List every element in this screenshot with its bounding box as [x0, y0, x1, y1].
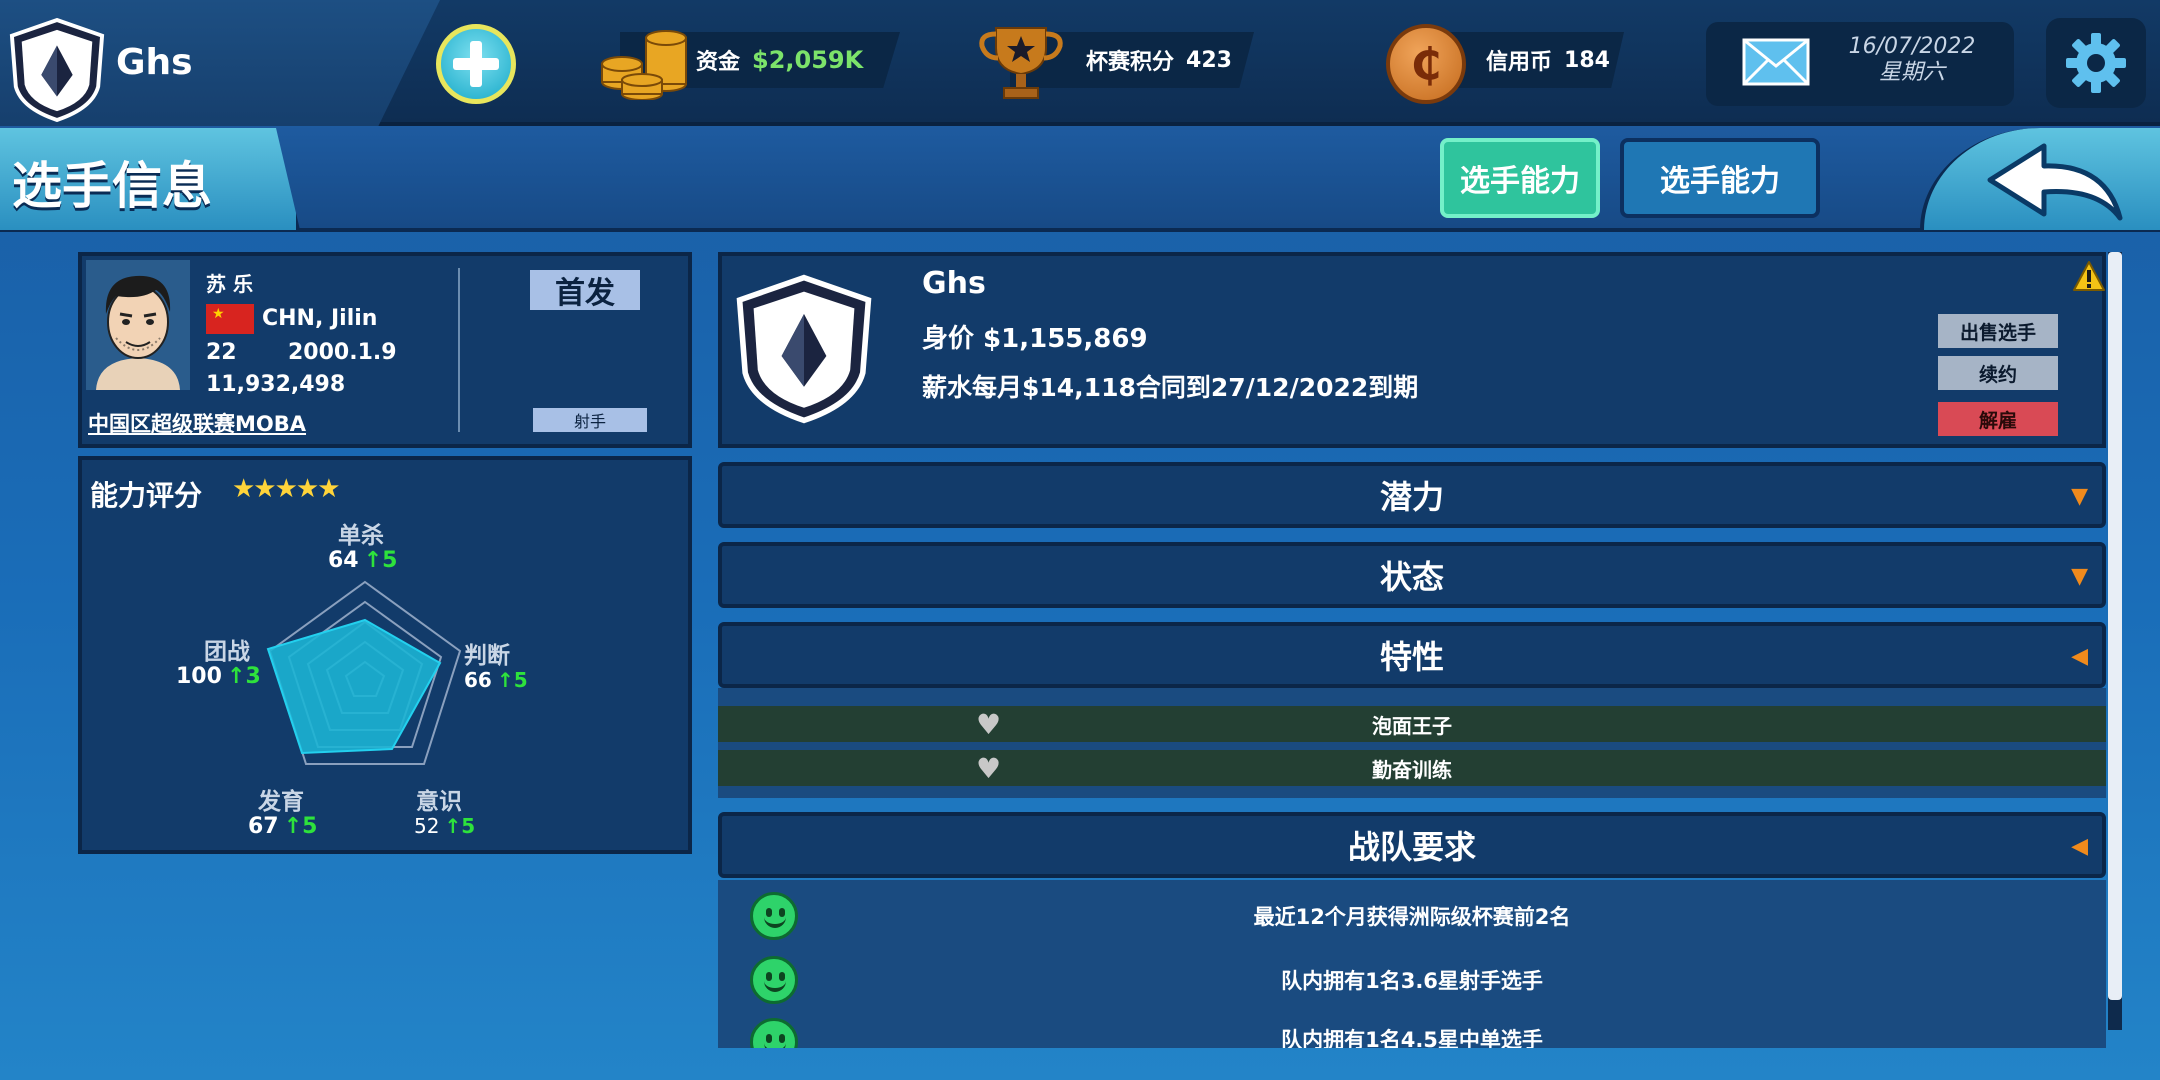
- radar-label-judgment: 判断: [464, 643, 510, 669]
- trait-item[interactable]: ♥ 泡面王子: [718, 706, 2106, 742]
- club-name: Ghs: [922, 266, 986, 301]
- requirement-item: 最近12个月获得洲际级杯赛前2名: [718, 884, 2106, 948]
- profile-divider: [458, 268, 460, 432]
- cup-points-label: 杯赛积分: [1086, 50, 1175, 75]
- smiley-icon: [750, 956, 798, 1004]
- trait-name: 泡面王子: [1372, 713, 1452, 738]
- credit-value: 184: [1564, 47, 1610, 73]
- funds-label: 资金: [696, 50, 741, 75]
- date-value: 16/07/2022: [1848, 34, 1976, 59]
- section-traits-title: 特性: [1379, 638, 1444, 676]
- radar-label-solo-kill: 单杀: [338, 523, 384, 549]
- section-traits[interactable]: 特性 ◀: [718, 622, 2106, 688]
- warning-icon[interactable]: [2072, 260, 2106, 292]
- radar-label-awareness: 意识: [416, 789, 462, 815]
- radar-value-development: 67 ↑5: [248, 814, 318, 839]
- section-status[interactable]: 状态 ▼: [718, 542, 2106, 608]
- player-nationality: CHN, Jilin: [262, 306, 378, 331]
- player-birthdate: 2000.1.9: [288, 340, 397, 365]
- page-header-bar: [0, 126, 2160, 232]
- team-crest-icon[interactable]: [8, 18, 106, 122]
- requirement-text: 队内拥有1名3.6星射手选手: [1281, 969, 1543, 993]
- trophy-icon: [979, 27, 1063, 99]
- player-id-number: 11,932,498: [206, 372, 346, 397]
- requirement-text: 队内拥有1名4.5星中单选手: [1281, 1028, 1543, 1048]
- add-button[interactable]: [436, 24, 516, 104]
- section-team-requirements[interactable]: 战队要求 ◀: [718, 812, 2106, 878]
- weekday-value: 星期六: [1878, 60, 1945, 85]
- section-team-requirements-title: 战队要求: [1347, 828, 1476, 866]
- market-value: 身价 $1,155,869: [922, 324, 1148, 354]
- radar-value-judgment: 66 ↑5: [464, 668, 528, 692]
- avatar: [86, 260, 190, 390]
- radar-value-teamfight: 100 ↑3: [176, 664, 261, 689]
- trait-item[interactable]: ♥ 勤奋训练: [718, 750, 2106, 786]
- requirement-text: 最近12个月获得洲际级杯赛前2名: [1253, 905, 1571, 929]
- heart-icon: ♥: [976, 707, 1002, 741]
- gear-icon: [2066, 33, 2126, 93]
- league-link[interactable]: 中国区超级联赛MOBA: [88, 408, 306, 438]
- contract-details: 薪水每月$14,118合同到27/12/2022到期: [922, 373, 1419, 402]
- requirement-item: 队内拥有1名4.5星中单选手: [718, 1012, 2106, 1048]
- club-crest-icon: [736, 274, 872, 424]
- settings-button[interactable]: [2046, 18, 2146, 108]
- trait-name: 勤奋训练: [1372, 757, 1452, 782]
- expand-down-icon: ▼: [2071, 484, 2088, 509]
- release-player-button[interactable]: 解雇: [1938, 402, 2058, 436]
- china-flag-icon: ★: [206, 304, 254, 334]
- tab-player-ability-active[interactable]: 选手能力: [1440, 138, 1600, 218]
- section-potential-title: 潜力: [1379, 478, 1444, 516]
- mail-icon[interactable]: [1742, 38, 1810, 86]
- role-badge: 射手: [533, 408, 647, 432]
- renew-contract-button[interactable]: 续约: [1938, 356, 2058, 390]
- sell-player-button[interactable]: 出售选手: [1938, 314, 2058, 348]
- game-date: 16/07/2022 星期六: [1832, 34, 1992, 86]
- player-name: 苏 乐: [206, 272, 253, 296]
- rating-title: 能力评分: [90, 479, 203, 512]
- tab-player-ability[interactable]: 选手能力: [1620, 138, 1820, 218]
- collapse-left-icon: ◀: [2071, 644, 2088, 669]
- lineup-badge: 首发: [530, 270, 640, 311]
- coins-icon: [601, 30, 687, 100]
- rating-stars: ★★★★★: [232, 474, 341, 504]
- requirement-item: 队内拥有1名3.6星射手选手: [718, 948, 2106, 1012]
- radar-value-awareness: 52 ↑5: [414, 814, 476, 838]
- funds-value: $2,059K: [752, 46, 864, 74]
- team-name: Ghs: [116, 42, 193, 83]
- radar-label-development: 发育: [258, 789, 304, 815]
- cup-points-value: 423: [1186, 47, 1232, 73]
- credit-label: 信用币: [1486, 50, 1553, 75]
- credit-coin-icon: ₵: [1386, 24, 1466, 104]
- back-arrow-icon[interactable]: [1986, 142, 2126, 226]
- scrollbar-thumb[interactable]: [2108, 252, 2122, 1000]
- page-title: 选手信息: [12, 157, 212, 215]
- collapse-left-icon: ◀: [2071, 834, 2088, 859]
- section-potential[interactable]: 潜力 ▼: [718, 462, 2106, 528]
- smiley-icon: [750, 892, 798, 940]
- section-status-title: 状态: [1379, 558, 1444, 596]
- player-age: 22: [206, 340, 237, 365]
- expand-down-icon: ▼: [2071, 564, 2088, 589]
- heart-icon: ♥: [976, 751, 1002, 785]
- radar-value-solo-kill: 64 ↑5: [328, 548, 398, 573]
- radar-label-teamfight: 团战: [204, 639, 250, 665]
